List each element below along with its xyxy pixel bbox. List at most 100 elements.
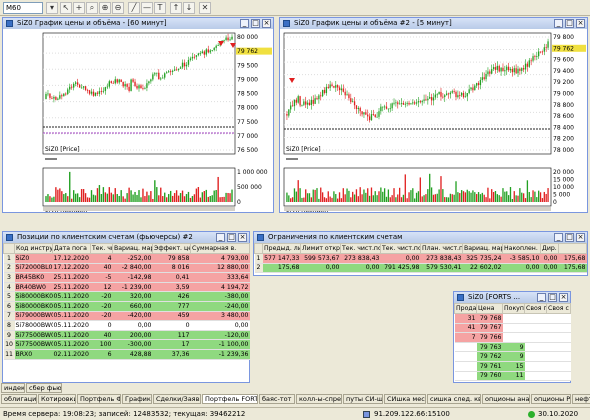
maximize-button[interactable]: □ (565, 233, 574, 242)
tab-12[interactable]: опционы РТС (531, 394, 571, 404)
orderbook-own-cell[interactable] (524, 313, 547, 324)
orderbook-own-cell[interactable] (524, 332, 547, 343)
orderbook-cell[interactable]: 15 (502, 361, 525, 372)
tab-3[interactable]: Графики (122, 394, 152, 404)
column-header[interactable]: Своя п (524, 303, 547, 314)
table-row[interactable]: 11 BRX0 02.11.2020 6 428,88 37,36 -1 239,36 (3, 349, 250, 360)
magnifier-icon[interactable]: ⌕ (86, 2, 98, 14)
column-header[interactable] (3, 243, 15, 254)
close-button[interactable]: × (238, 233, 247, 242)
minimize-button[interactable]: _ (554, 233, 563, 242)
table-row[interactable]: 10Si77500BW0A05.11.2020100-300,0017-1 10… (3, 339, 250, 350)
table-row[interactable]: 6Si80000BK0A05.11.2020-20660,00777-240,0… (3, 301, 250, 312)
orderbook-own-cell[interactable] (524, 342, 547, 353)
orderbook-own-cell[interactable] (546, 323, 571, 334)
table-row[interactable]: 4 BR40BW0 25.11.2020 12 -1 239,00 3,59 4 194,7… (3, 282, 250, 293)
orderbook-cell[interactable] (502, 323, 525, 334)
arrow-down-icon[interactable]: ↓ (183, 2, 195, 14)
maximize-button[interactable]: □ (227, 233, 236, 242)
orderbook-row[interactable]: 7 79 766 (454, 332, 571, 343)
positions-titlebar[interactable]: Позиции по клиентским счетам (фьючерсы) … (3, 232, 249, 243)
orderbook-own-cell[interactable] (524, 351, 547, 362)
maximize-button[interactable]: □ (548, 293, 557, 302)
orderbook-own-cell[interactable] (546, 332, 571, 343)
column-header[interactable]: Покупка (502, 303, 525, 314)
orderbook-cell[interactable]: 79 762 (476, 351, 503, 362)
tab-8[interactable]: путы СИ-шка (343, 394, 383, 404)
arrow-up-icon[interactable]: ↑ (170, 2, 182, 14)
table-row[interactable]: 5Si80000BK0A05.11.2020-20320,00426-380,0… (3, 291, 250, 302)
minimize-button[interactable]: _ (537, 293, 546, 302)
column-header[interactable]: Дата пога (52, 243, 91, 254)
column-header[interactable]: Тек. чист.поз. (340, 243, 381, 254)
text-tool-icon[interactable]: T (154, 2, 166, 14)
orderbook-cell[interactable] (502, 313, 525, 324)
tab-0[interactable]: облигации (1, 394, 37, 404)
orderbook-cell[interactable]: 31 (454, 313, 477, 324)
orderbook-cell[interactable] (454, 351, 477, 362)
orderbook-row[interactable]: 79 762 9 (454, 351, 571, 362)
dropdown-arrow-icon[interactable]: ▾ (46, 2, 58, 14)
column-header[interactable]: План. чист.поз. (420, 243, 463, 254)
maximize-button[interactable]: □ (565, 19, 574, 28)
tab-6[interactable]: баяс-тот (259, 394, 295, 404)
maximize-button[interactable]: □ (251, 19, 260, 28)
orderbook-cell[interactable]: 41 (454, 323, 477, 334)
orderbook-own-cell[interactable] (546, 342, 571, 353)
hline-tool-icon[interactable]: — (141, 2, 153, 14)
tab-1[interactable]: Котировки (38, 394, 76, 404)
table-row[interactable]: 2 175,68 0,00 0,00 791 425,98 579 530,41 22 60… (254, 263, 587, 274)
column-header[interactable]: Вариац. марж (112, 243, 153, 254)
chart1-canvas[interactable]: 80 000 79 762 79 500 79 000 78 500 78 000 77 5… (3, 29, 273, 212)
tab-11[interactable]: опционы анализ (482, 394, 530, 404)
minimize-button[interactable]: _ (240, 19, 249, 28)
horizontal-scrollbar[interactable] (43, 207, 235, 211)
orderbook-cell[interactable] (454, 342, 477, 353)
table-row[interactable]: 2 Si72000BL0 17.12.2020 40 -2 840,00 8 016 12 … (3, 263, 250, 274)
orderbook-own-cell[interactable] (546, 361, 571, 372)
tab-7[interactable]: колл-ы-спреды (296, 394, 342, 404)
orderbook-cell[interactable]: 79 767 (476, 323, 503, 334)
orderbook-cell[interactable] (454, 361, 477, 372)
orderbook-cell[interactable]: 79 766 (476, 332, 503, 343)
orderbook-cell[interactable]: 79 761 (476, 361, 503, 372)
chart2-canvas[interactable]: 79 800 79 762 79 600 79 400 79 200 79 000 78 8… (280, 29, 587, 212)
crosshair-icon[interactable]: + (73, 2, 85, 14)
column-header[interactable]: Цена (476, 303, 503, 314)
zoom-in-icon[interactable]: ⊕ (99, 2, 111, 14)
orderbook-own-cell[interactable] (524, 361, 547, 372)
close-button[interactable]: × (576, 233, 585, 242)
table-row[interactable]: 9Si77500BW0A05.11.202040200,00117-120,00 (3, 330, 250, 341)
table-row[interactable]: 1 SiZ0 17.12.2020 4 -252,00 79 858 4 793,00 (3, 253, 250, 264)
column-header[interactable]: Суммарная в. (190, 243, 250, 254)
orderbook-cell[interactable]: 79 760 (476, 371, 503, 382)
table-row[interactable]: 7Si79000BW0A05.11.2020-20-420,004593 480… (3, 311, 250, 322)
orderbook-titlebar[interactable]: SiZ0 [FORTS ... _ □ × (454, 292, 570, 303)
orderbook-own-cell[interactable] (546, 313, 571, 324)
orderbook-cell[interactable]: 9 (502, 342, 525, 353)
chart2-titlebar[interactable]: SiZ0 График цены и объёма #2 - [5 минут]… (280, 18, 587, 29)
orderbook-row[interactable]: 79 763 9 (454, 342, 571, 353)
column-header[interactable]: Своя с (546, 303, 571, 314)
column-header[interactable]: Эффект. цена (152, 243, 191, 254)
orderbook-cell[interactable]: 11 (502, 371, 525, 382)
tab-5[interactable]: Портфель FORTS (202, 394, 258, 404)
column-header[interactable]: Предыд. лими (262, 243, 301, 254)
column-header[interactable] (254, 243, 263, 254)
close-button[interactable]: × (559, 293, 568, 302)
cursor-icon[interactable]: ↖ (60, 2, 72, 14)
orderbook-cell[interactable] (502, 332, 525, 343)
minimize-button[interactable]: _ (554, 19, 563, 28)
tab-9[interactable]: СИшка месяц (384, 394, 426, 404)
orderbook-cell[interactable]: 7 (454, 332, 477, 343)
horizontal-scrollbar[interactable] (284, 207, 551, 211)
orderbook-cell[interactable] (454, 371, 477, 382)
orderbook-own-cell[interactable] (524, 371, 547, 382)
orderbook-cell[interactable]: 79 763 (476, 342, 503, 353)
timeframe-select[interactable]: M60 (3, 2, 43, 14)
orderbook-row[interactable]: 79 760 11 (454, 371, 571, 382)
table-row[interactable]: 3 BR45BK0 25.11.2020 -5 -142,98 0,41 333,64 (3, 272, 250, 283)
column-header[interactable]: Тек. чист (90, 243, 113, 254)
orderbook-row[interactable]: 79 761 15 (454, 361, 571, 372)
tab-0[interactable]: индекс (1, 383, 25, 393)
